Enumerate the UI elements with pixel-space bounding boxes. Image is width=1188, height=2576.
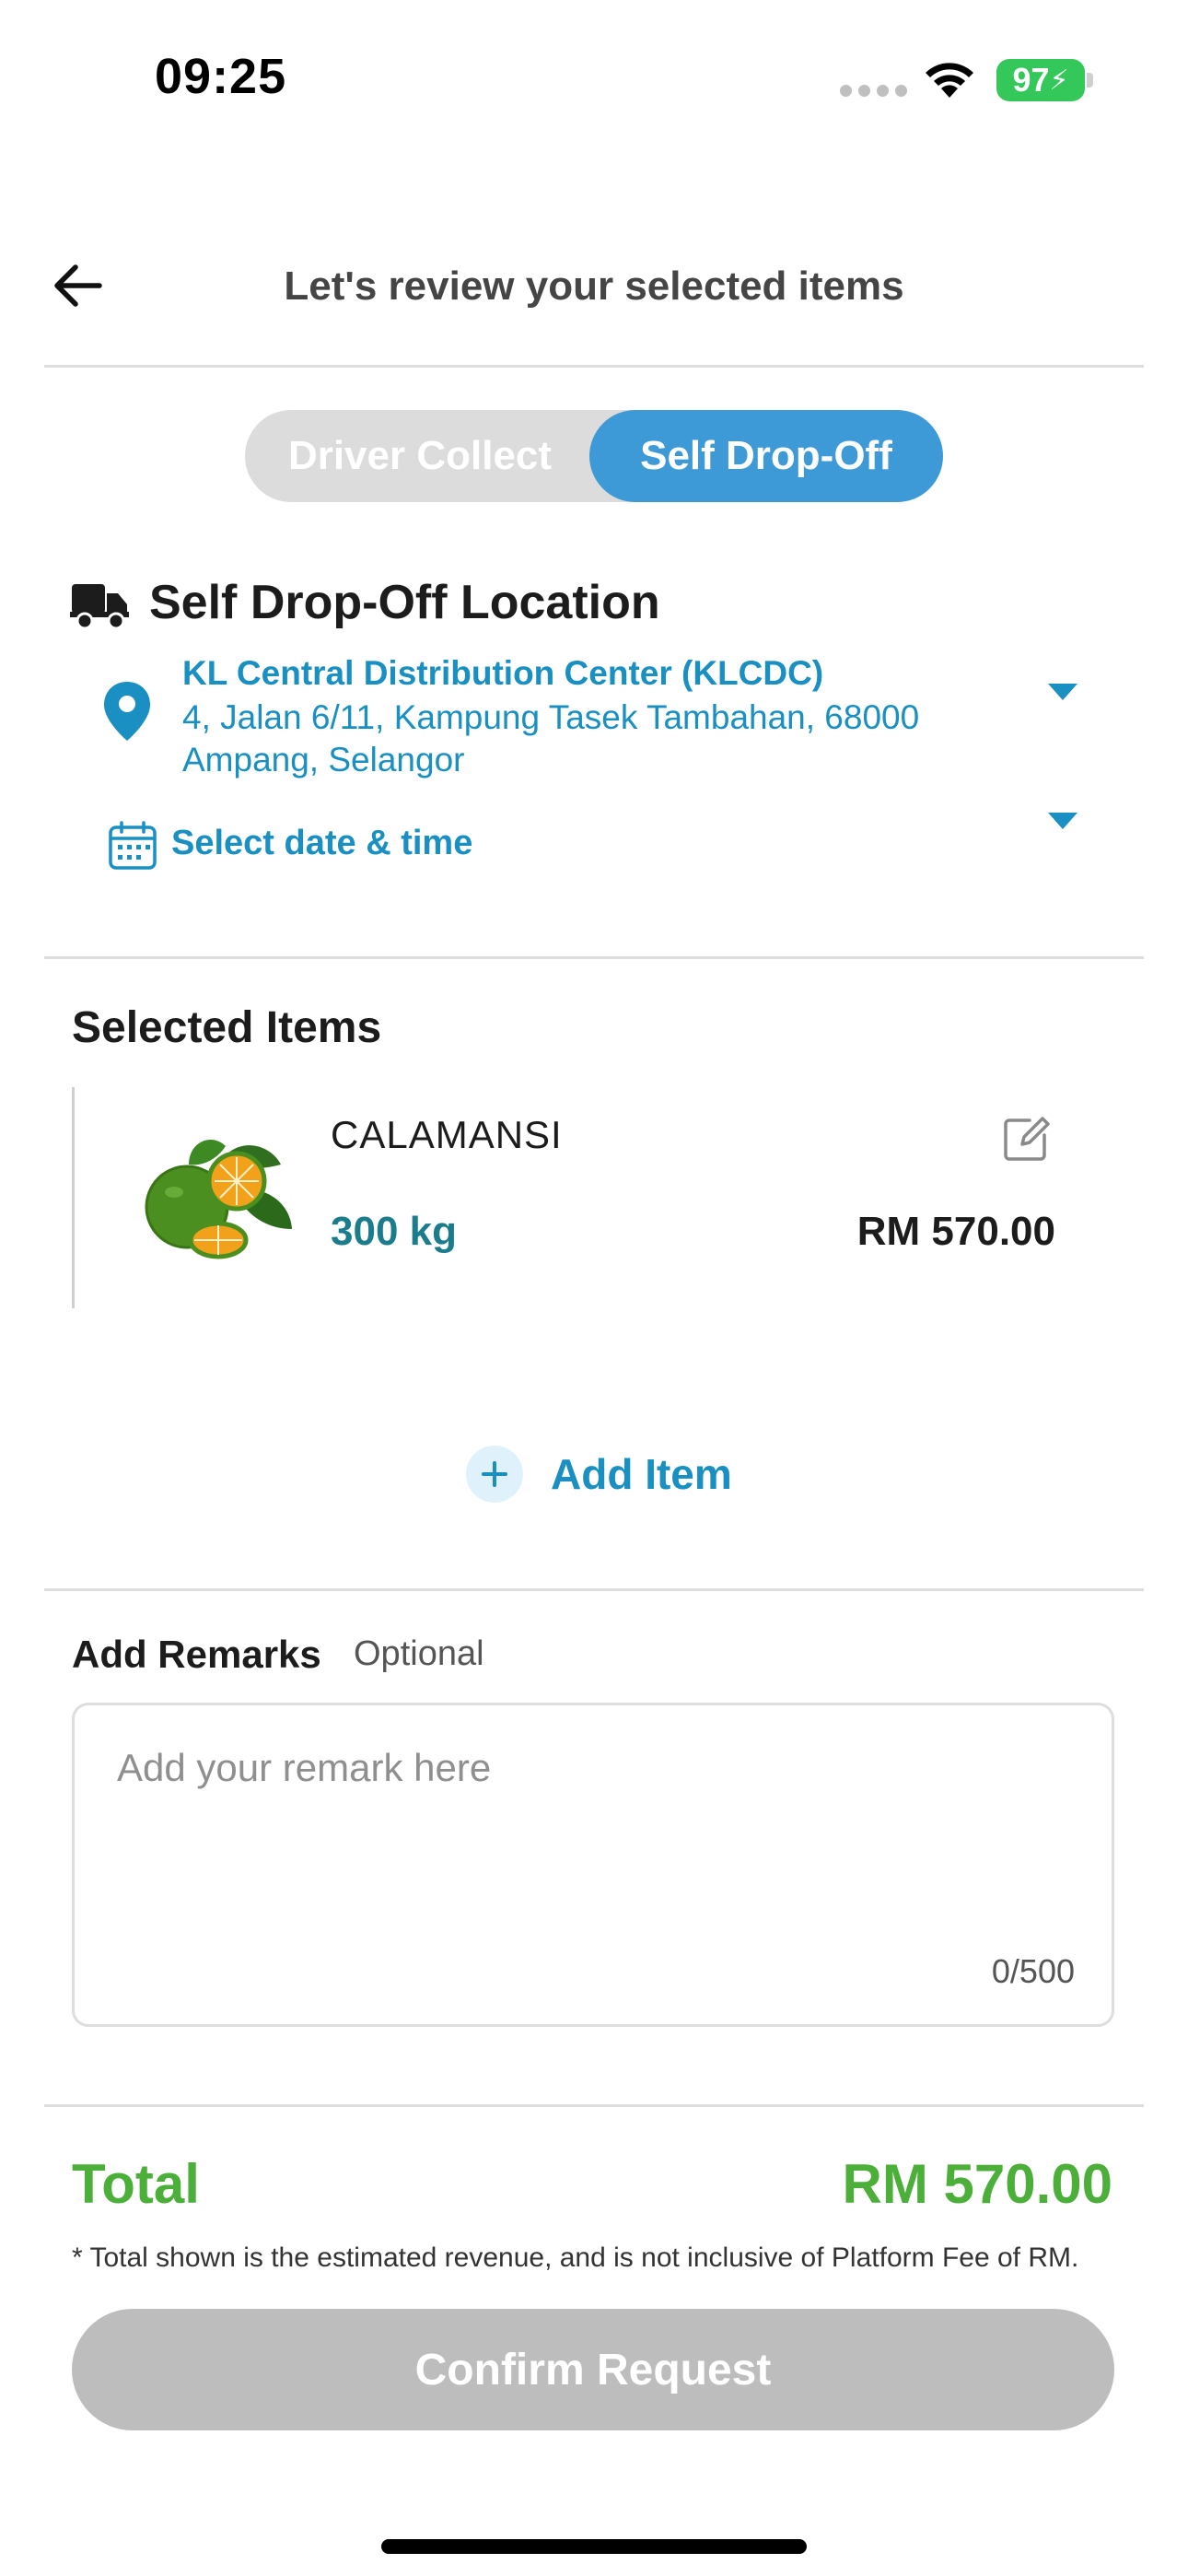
item-price: RM 570.00 <box>856 1209 1055 1254</box>
tab-driver-collect[interactable]: Driver Collect <box>245 410 595 502</box>
address-line-2: Ampang, Selangor <box>182 741 465 779</box>
remarks-title: Add Remarks <box>72 1633 321 1676</box>
confirm-request-button[interactable]: Confirm Request <box>72 2309 1114 2430</box>
remarks-textarea[interactable]: 0/500 <box>72 1703 1114 2027</box>
remarks-optional-label: Optional <box>354 1634 484 1673</box>
selected-items-title: Selected Items <box>72 1003 382 1052</box>
plus-icon <box>466 1446 523 1503</box>
total-value: RM 570.00 <box>842 2153 1113 2215</box>
divider <box>44 365 1144 368</box>
calendar-icon <box>109 821 157 870</box>
calamansi-image <box>145 1139 292 1259</box>
add-item-label: Add Item <box>551 1450 732 1498</box>
drop-off-location-name[interactable]: KL Central Distribution Center (KLCDC) <box>182 654 823 693</box>
page-title: Let's review your selected items <box>284 263 904 309</box>
list-item: CALAMANSI 300 kg RM 570.00 <box>72 1087 1103 1308</box>
location-section-title: Self Drop-Off Location <box>149 576 660 629</box>
add-item-button[interactable]: Add Item <box>466 1445 732 1504</box>
edit-icon[interactable] <box>1002 1115 1050 1163</box>
divider <box>44 1588 1144 1591</box>
item-name: CALAMANSI <box>331 1113 563 1156</box>
divider <box>44 956 1144 959</box>
drop-off-location-address[interactable]: 4, Jalan 6/11, Kampung Tasek Tambahan, 6… <box>182 697 1011 781</box>
battery-cap <box>1087 73 1093 88</box>
date-dropdown-caret-icon[interactable] <box>1048 813 1077 829</box>
remarks-input[interactable] <box>117 1746 1038 1790</box>
home-indicator[interactable] <box>381 2539 807 2554</box>
divider <box>44 2104 1144 2107</box>
total-note: * Total shown is the estimated revenue, … <box>72 2242 1079 2273</box>
cellular-signal-icon <box>840 85 907 97</box>
location-dropdown-caret-icon[interactable] <box>1048 684 1077 700</box>
address-line-1: 4, Jalan 6/11, Kampung Tasek Tambahan, 6… <box>182 698 920 736</box>
item-quantity: 300 kg <box>331 1209 457 1254</box>
delivery-method-toggle: Driver Collect Self Drop-Off <box>245 410 943 502</box>
location-pin-icon <box>104 682 150 741</box>
status-time: 09:25 <box>155 49 287 104</box>
total-label: Total <box>72 2153 200 2215</box>
truck-icon <box>70 584 129 630</box>
status-bar: 09:25 97 ⚡ <box>0 0 1188 147</box>
remarks-char-counter: 0/500 <box>991 1952 1075 1990</box>
tab-self-drop-off[interactable]: Self Drop-Off <box>589 410 943 502</box>
header: Let's review your selected items <box>0 221 1188 350</box>
battery-icon: 97 ⚡ <box>996 59 1085 101</box>
wifi-icon <box>926 63 973 98</box>
battery-level: 97 <box>1012 61 1050 99</box>
select-date-time[interactable]: Select date & time <box>171 824 472 863</box>
